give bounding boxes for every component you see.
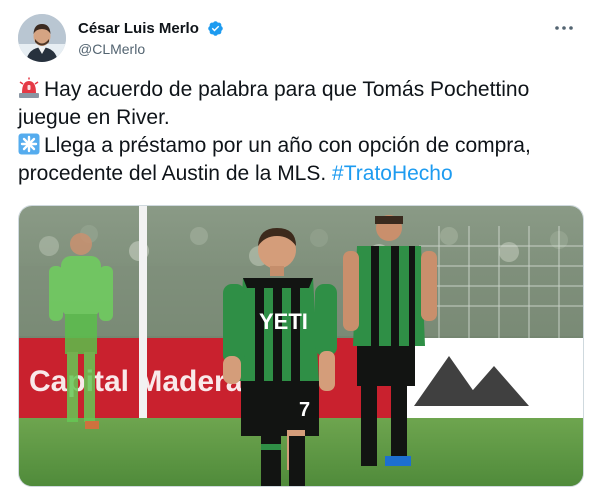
tweet-line-1: Hay acuerdo de palabra para que Tomás Po… xyxy=(18,76,584,104)
soccer-player-photo-icon: Capital Madera YETI 7 xyxy=(19,206,583,486)
tweet-line-4-text: procedente del Austin de la MLS. xyxy=(18,162,327,185)
avatar[interactable] xyxy=(18,14,66,62)
jersey-sponsor-text: YETI xyxy=(259,309,308,334)
tweet-line-3-text: Llega a préstamo por un año con opción d… xyxy=(44,134,531,157)
jersey-number-text: 7 xyxy=(299,399,310,421)
author-block: César Luis Merlo @CLMerlo xyxy=(78,19,224,58)
tweet-text: Hay acuerdo de palabra para que Tomás Po… xyxy=(18,76,584,188)
author-display-name[interactable]: César Luis Merlo xyxy=(78,19,199,38)
verified-badge-icon xyxy=(208,21,224,36)
rotating-light-emoji-icon xyxy=(19,77,39,98)
hashtag-link[interactable]: #TratoHecho xyxy=(332,162,453,185)
tweet-line-2: juegue en River. xyxy=(18,106,170,129)
tweet-header: César Luis Merlo @CLMerlo xyxy=(18,12,584,64)
profile-photo-icon xyxy=(18,14,66,62)
tweet-line-4: procedente del Austin de la MLS. #TratoH… xyxy=(18,160,584,188)
more-horizontal-icon[interactable] xyxy=(552,16,576,40)
tweet-line-3: Llega a préstamo por un año con opción d… xyxy=(18,132,584,160)
tweet-media[interactable]: Capital Madera YETI 7 xyxy=(18,205,584,487)
board-text: Capital Madera xyxy=(29,365,243,398)
author-handle[interactable]: @CLMerlo xyxy=(78,40,224,58)
eight-spoked-asterisk-emoji-icon xyxy=(18,133,40,155)
tweet-line-1-text: Hay acuerdo de palabra para que Tomás Po… xyxy=(44,78,530,101)
